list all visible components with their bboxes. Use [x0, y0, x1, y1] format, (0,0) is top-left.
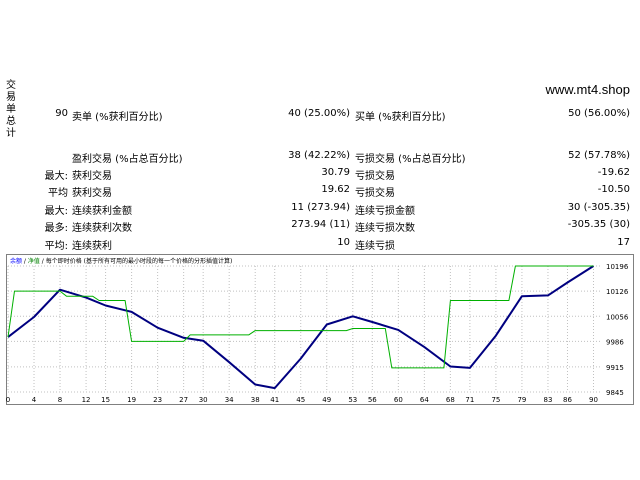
- legend-part: 净值: [28, 257, 40, 265]
- balance-chart-svg: 余额 / 净值 / 每个即时价格 (基于所有可用的最小时段的每一个价格的分形插值…: [6, 254, 634, 405]
- report-stats: 90 卖单 (%获利百分比) 40 (25.00%) 买单 (%获利百分比) 5…: [0, 0, 640, 260]
- x-tick-label: 53: [348, 396, 357, 404]
- x-tick-label: 83: [543, 396, 552, 404]
- y-tick-label: 10126: [606, 288, 629, 296]
- x-tick-label: 60: [394, 396, 403, 404]
- total-trades-value: 90: [55, 108, 68, 119]
- max-consec-wins-label: 连续获利金额: [72, 206, 132, 217]
- x-tick-label: 45: [296, 396, 305, 404]
- x-tick-label: 68: [446, 396, 455, 404]
- largest-profit-label: 获利交易: [72, 171, 112, 182]
- average-profit-value: 19.62: [321, 184, 350, 195]
- x-tick-label: 71: [465, 396, 474, 404]
- y-tick-label: 10056: [606, 313, 629, 321]
- most-prefix: 最多:: [44, 223, 68, 234]
- average-loss-label: 亏损交易: [355, 188, 395, 199]
- x-tick-label: 15: [101, 396, 110, 404]
- y-tick-label: 9915: [606, 364, 624, 372]
- x-tick-label: 23: [153, 396, 162, 404]
- long-label: 买单 (%获利百分比): [355, 112, 446, 123]
- largest-loss-label: 亏损交易: [355, 171, 395, 182]
- avg-consec-losses-label: 连续亏损: [355, 241, 395, 252]
- max-consec-profit-label: 连续获利次数: [72, 223, 132, 234]
- max-consec-loss-value: -305.35 (30): [567, 219, 630, 230]
- long-value: 50 (56.00%): [568, 108, 630, 119]
- x-tick-label: 75: [491, 396, 500, 404]
- chart-legend: 余额 / 净值 / 每个即时价格 (基于所有可用的最小时段的每一个价格的分形插值…: [10, 257, 232, 265]
- x-tick-label: 30: [199, 396, 208, 404]
- x-tick-label: 49: [322, 396, 331, 404]
- largest-loss-value: -19.62: [597, 167, 630, 178]
- max-consec-losses-value: 30 (-305.35): [567, 202, 630, 213]
- largest-profit-value: 30.79: [321, 167, 350, 178]
- legend-part: / 每个即时价格 (基于所有可用的最小时段的每一个价格的分形插值计算): [40, 257, 232, 265]
- avg-consec-wins-label: 连续获利: [72, 241, 112, 252]
- x-tick-label: 12: [82, 396, 91, 404]
- x-tick-label: 64: [420, 396, 429, 404]
- x-tick-label: 86: [563, 396, 572, 404]
- x-tick-label: 90: [589, 396, 598, 404]
- avg-consec-losses-value: 17: [617, 237, 630, 248]
- y-tick-label: 9845: [606, 389, 624, 397]
- x-tick-label: 8: [58, 396, 62, 404]
- average-loss-value: -10.50: [597, 184, 630, 195]
- x-tick-label: 27: [179, 396, 188, 404]
- y-tick-label: 10196: [606, 263, 629, 271]
- max-consec-profit-value: 273.94 (11): [291, 219, 350, 230]
- loss-trades-value: 52 (57.78%): [568, 150, 630, 161]
- avg-prefix: 平均:: [44, 241, 68, 252]
- max-consec-wins-value: 11 (273.94): [291, 202, 350, 213]
- average-prefix: 平均: [48, 188, 68, 199]
- max-consec-loss-label: 连续亏损次数: [355, 223, 415, 234]
- largest-prefix: 最大:: [44, 171, 68, 182]
- x-tick-label: 56: [368, 396, 377, 404]
- average-profit-label: 获利交易: [72, 188, 112, 199]
- legend-part: 余额: [10, 257, 22, 265]
- max-prefix: 最大:: [44, 206, 68, 217]
- short-label: 卖单 (%获利百分比): [72, 112, 163, 123]
- balance-chart: 余额 / 净值 / 每个即时价格 (基于所有可用的最小时段的每一个价格的分形插值…: [6, 254, 634, 406]
- x-tick-label: 19: [127, 396, 136, 404]
- avg-consec-wins-value: 10: [337, 237, 350, 248]
- x-tick-label: 4: [32, 396, 37, 404]
- x-tick-label: 79: [517, 396, 526, 404]
- profit-trades-value: 38 (42.22%): [288, 150, 350, 161]
- profit-trades-label: 盈利交易 (%占总百分比): [72, 154, 183, 165]
- x-tick-label: 38: [251, 396, 260, 404]
- x-tick-label: 34: [225, 396, 234, 404]
- x-tick-label: 0: [6, 396, 10, 404]
- max-consec-losses-label: 连续亏损金额: [355, 206, 415, 217]
- x-tick-label: 41: [270, 396, 279, 404]
- y-tick-label: 9986: [606, 338, 624, 346]
- short-value: 40 (25.00%): [288, 108, 350, 119]
- loss-trades-label: 亏损交易 (%占总百分比): [355, 154, 466, 165]
- chart-frame: [6, 254, 634, 405]
